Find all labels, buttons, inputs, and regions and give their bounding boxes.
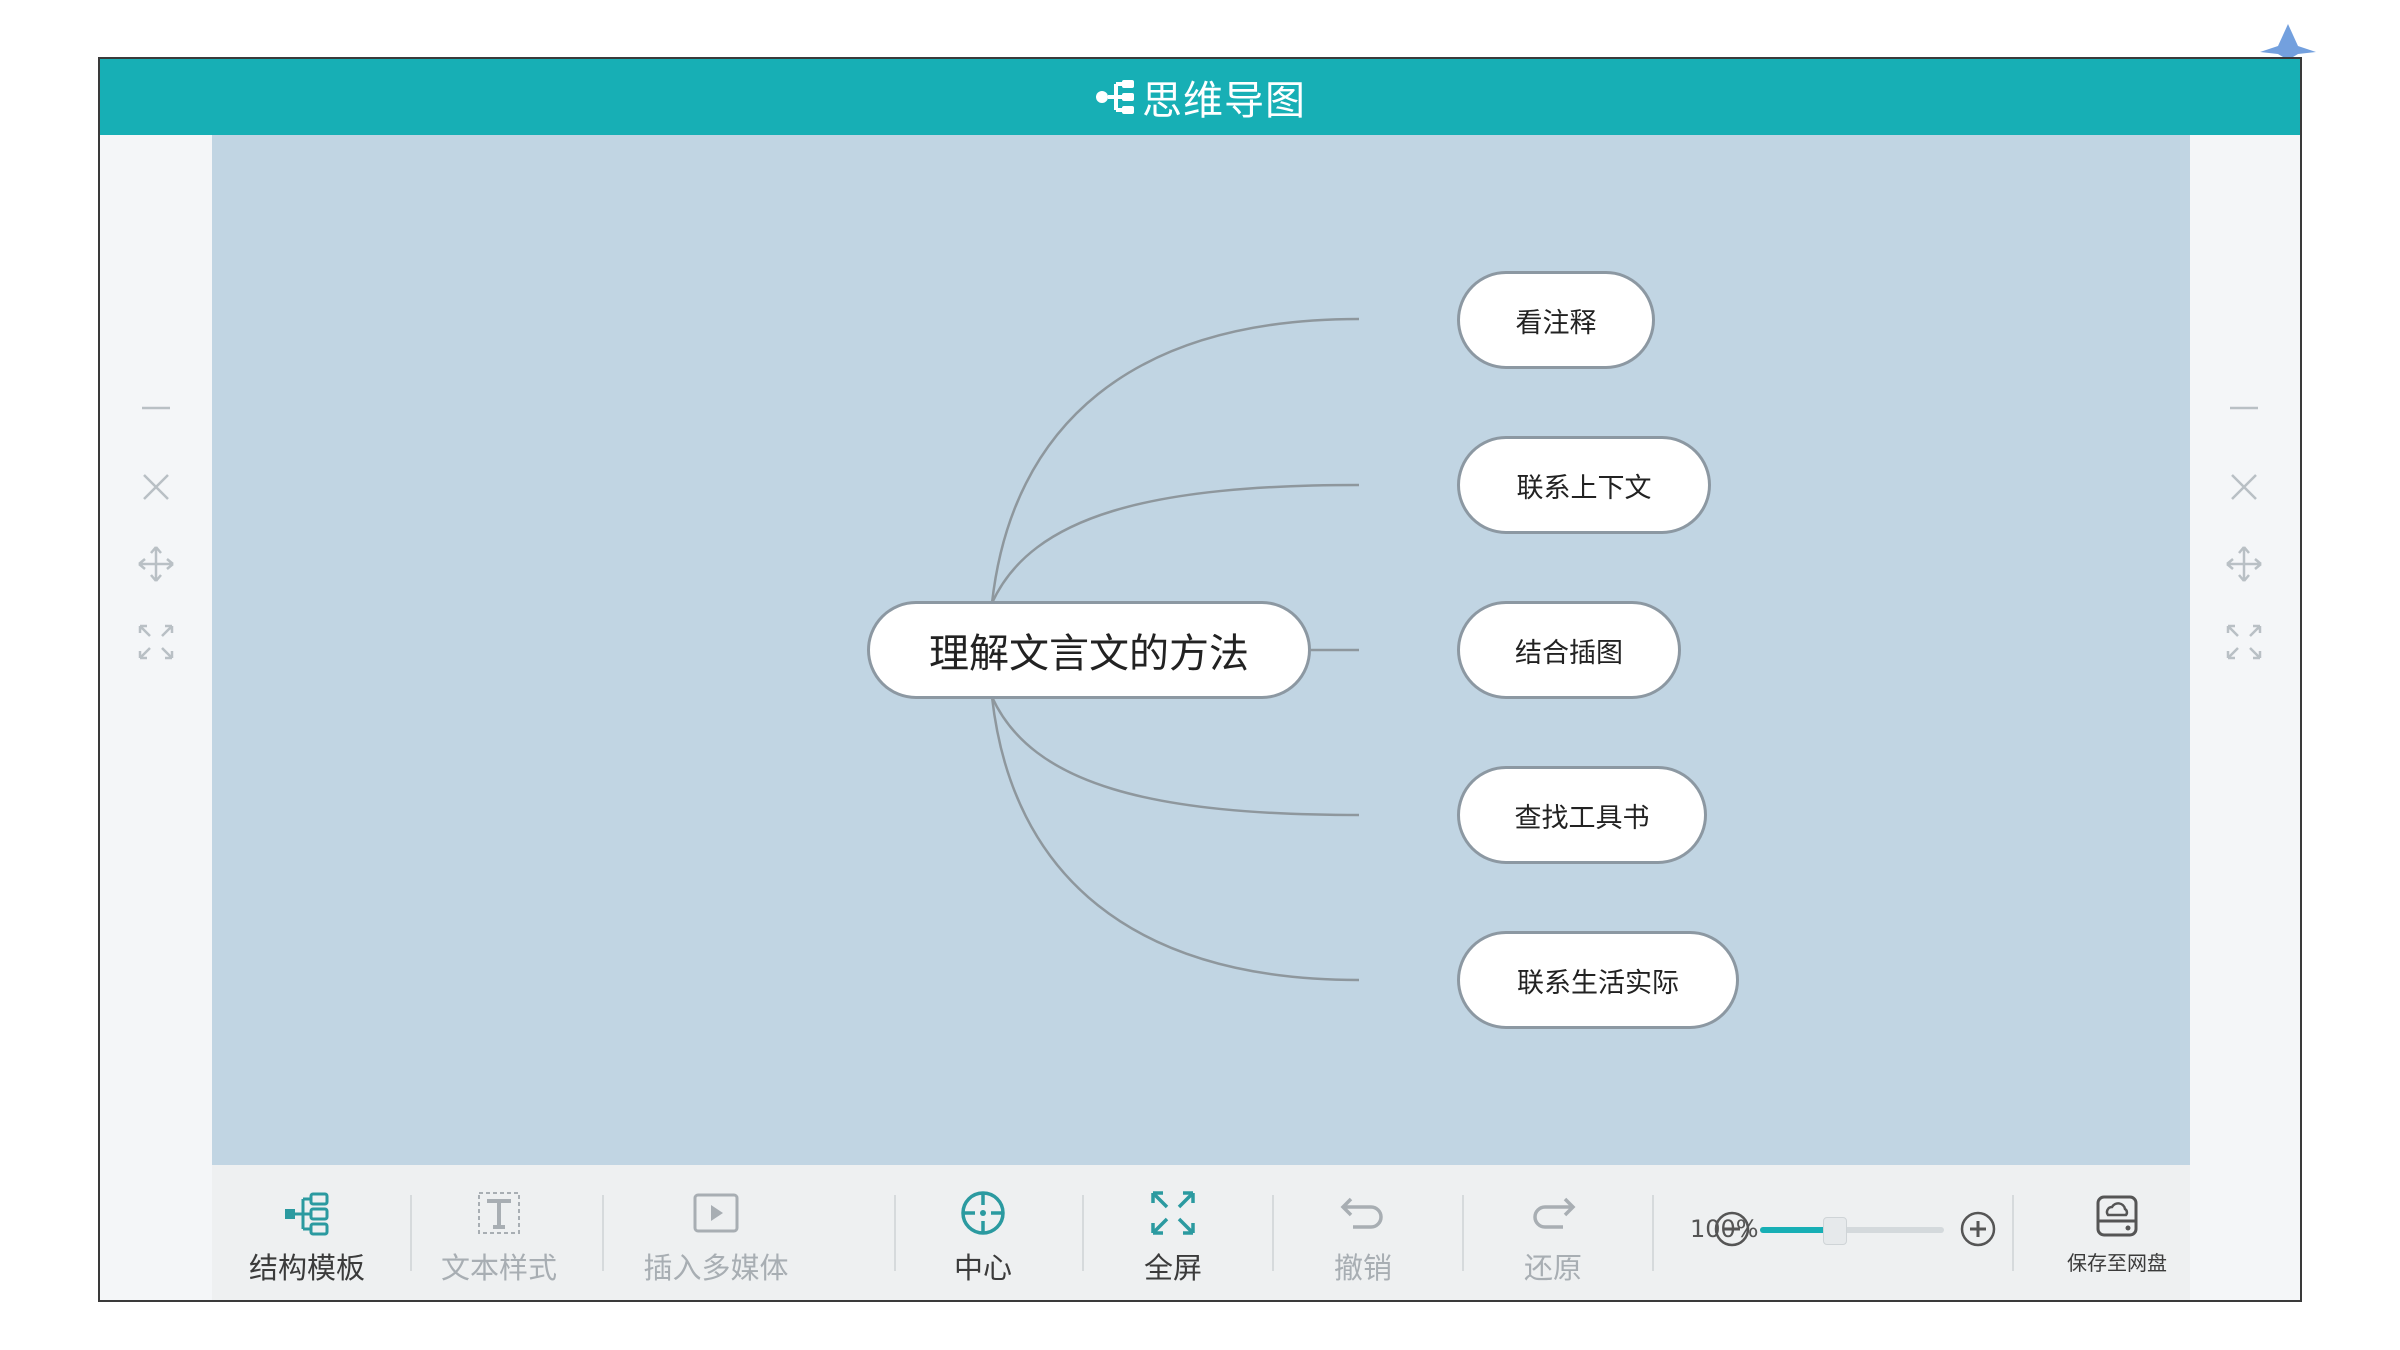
zoom-slider[interactable] [1760,1217,1944,1245]
branch-link [990,317,1360,604]
branch-link [990,483,1360,604]
insert-media-button[interactable]: 插入多媒体 [616,1165,816,1300]
minus-icon[interactable] [136,388,176,428]
branch-node[interactable]: 结合插图 [1457,601,1681,699]
mindmap-logo-icon [1096,80,1134,114]
media-icon [693,1193,739,1233]
toolbar-label: 全屏 [1143,1251,1202,1285]
text-style-button[interactable]: 文本样式 [434,1165,564,1300]
bottom-toolbar: 结构模板 文本样式 插入多媒体 中心 全屏 撤销 还原 100% 保存至网盘 [212,1165,2192,1300]
branch-node[interactable]: 查找工具书 [1457,766,1707,864]
toolbar-label: 还原 [1523,1251,1582,1285]
move-icon[interactable] [2224,544,2264,584]
center-icon [961,1191,1005,1235]
close-icon[interactable] [2224,467,2264,507]
branch-link [990,696,1360,817]
corner-decoration-icon [2260,24,2316,60]
zoom-in-icon[interactable] [1958,1209,1998,1249]
redo-icon [1533,1197,1576,1229]
toolbar-label: 撤销 [1333,1251,1392,1285]
minus-icon[interactable] [2224,388,2264,428]
undo-button[interactable]: 撤销 [1308,1165,1418,1300]
toolbar-divider [2012,1195,2014,1271]
branch-node[interactable]: 联系生活实际 [1457,931,1739,1029]
zoom-out-icon[interactable] [1712,1209,1752,1249]
save-label: 保存至网盘 [2067,1251,2167,1275]
toolbar-divider [894,1195,896,1271]
toolbar-divider [1462,1195,1464,1271]
toolbar-divider [1082,1195,1084,1271]
right-side-controls [2188,135,2300,1300]
toolbar-divider [1272,1195,1274,1271]
move-icon[interactable] [136,544,176,584]
toolbar-label: 结构模板 [248,1251,365,1285]
app-title: 思维导图 [1142,78,1306,124]
zoom-slider-handle[interactable] [1822,1217,1847,1245]
fullscreen-icon [1151,1191,1195,1235]
left-side-controls [100,135,212,1300]
structure-icon [285,1192,329,1236]
fullscreen-button[interactable]: 全屏 [1118,1165,1228,1300]
undo-icon [1340,1197,1383,1229]
redo-button[interactable]: 还原 [1498,1165,1608,1300]
toolbar-label: 文本样式 [440,1251,557,1285]
close-icon[interactable] [136,467,176,507]
text-style-icon [478,1192,520,1234]
expand-icon[interactable] [136,622,176,662]
save-to-cloud-button[interactable]: 保存至网盘 [2042,1165,2192,1300]
branch-link [990,696,1360,982]
expand-icon[interactable] [2224,622,2264,662]
branch-node[interactable]: 看注释 [1457,271,1655,369]
toolbar-label: 插入多媒体 [643,1251,789,1285]
branch-node[interactable]: 联系上下文 [1457,436,1711,534]
toolbar-label: 中心 [953,1251,1012,1285]
center-button[interactable]: 中心 [928,1165,1038,1300]
toolbar-divider [602,1195,604,1271]
structure-template-button[interactable]: 结构模板 [242,1165,372,1300]
mindmap-window: 思维导图 理解文言文的方法 看注释 联系上下文 结合插图 查找工具书 联系生活实… [98,57,2302,1302]
title-bar: 思维导图 [100,59,2300,135]
toolbar-divider [410,1195,412,1271]
mindmap-canvas[interactable]: 理解文言文的方法 看注释 联系上下文 结合插图 查找工具书 联系生活实际 [212,135,2190,1165]
toolbar-divider [1652,1195,1654,1271]
central-topic-node[interactable]: 理解文言文的方法 [867,601,1311,699]
cloud-drive-icon [2096,1195,2138,1237]
